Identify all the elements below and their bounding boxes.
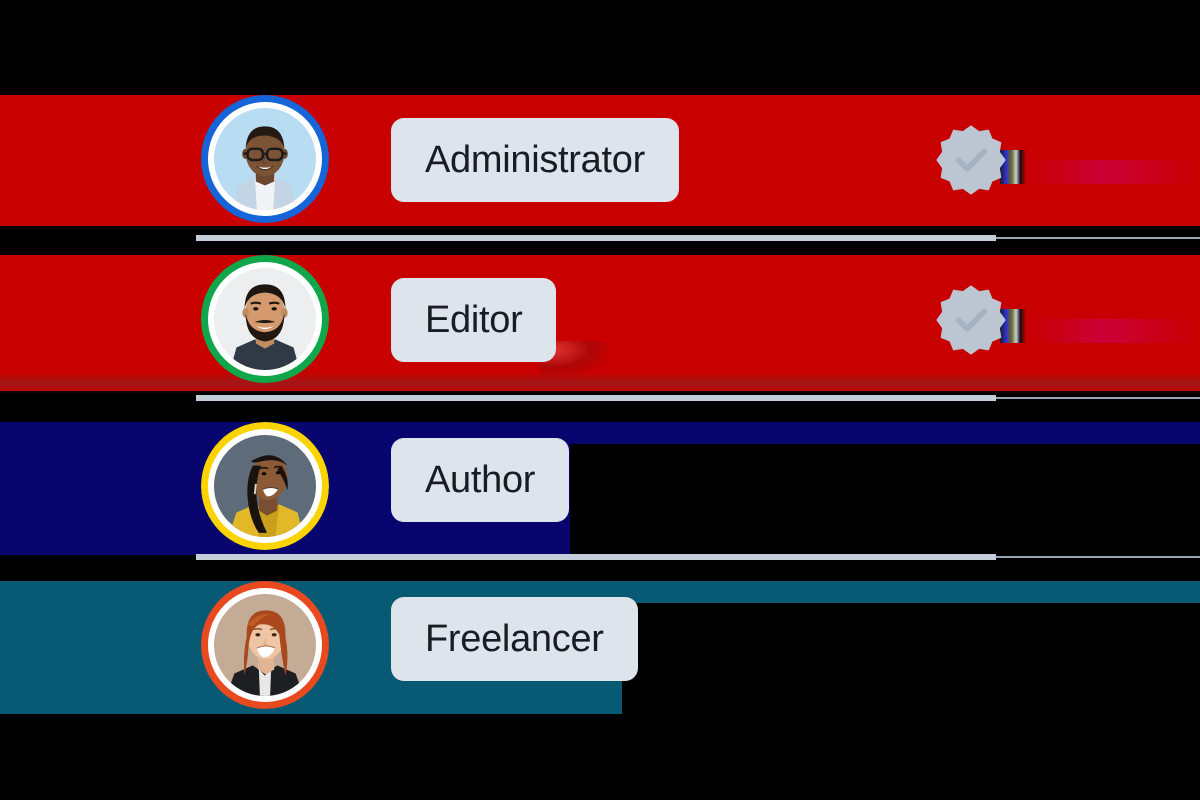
verified-check-badge-icon	[936, 285, 1006, 355]
avatar-photo-editor	[214, 268, 316, 370]
role-label-editor: Editor	[425, 299, 523, 341]
avatar-photo-author	[214, 435, 316, 537]
role-label-administrator: Administrator	[425, 139, 645, 181]
verified-badge-administrator[interactable]	[934, 123, 1008, 197]
divider-3-extension	[996, 556, 1200, 558]
avatar-author[interactable]	[201, 422, 329, 550]
role-pill-administrator[interactable]: Administrator	[391, 118, 679, 202]
row-band-author-strip	[570, 422, 1200, 444]
roles-list-canvas: Administrator Editor Author Freelancer	[0, 0, 1200, 800]
role-row-administrator[interactable]: Administrator	[0, 0, 1200, 236]
role-label-author: Author	[425, 459, 536, 501]
divider-1-extension	[996, 237, 1200, 239]
role-pill-freelancer[interactable]: Freelancer	[391, 597, 638, 681]
role-pill-author[interactable]: Author	[391, 438, 570, 522]
avatar-photo-freelancer	[214, 594, 316, 696]
role-pill-editor[interactable]: Editor	[391, 278, 557, 362]
divider-3	[196, 554, 996, 560]
divider-2	[196, 395, 996, 401]
divider-2-extension	[996, 397, 1200, 399]
divider-1	[196, 235, 996, 241]
verified-check-badge-icon	[936, 125, 1006, 195]
avatar-photo-administrator	[214, 108, 316, 210]
avatar-editor[interactable]	[201, 255, 329, 383]
role-row-author[interactable]: Author	[0, 401, 1200, 556]
role-label-freelancer: Freelancer	[425, 618, 604, 660]
avatar-administrator[interactable]	[201, 95, 329, 223]
row-band-editor	[0, 255, 1200, 391]
verified-badge-editor[interactable]	[934, 283, 1008, 357]
row-band-freelancer-strip	[622, 581, 1200, 603]
avatar-freelancer[interactable]	[201, 581, 329, 709]
role-row-freelancer[interactable]: Freelancer	[0, 560, 1200, 725]
role-row-editor[interactable]: Editor	[0, 241, 1200, 396]
